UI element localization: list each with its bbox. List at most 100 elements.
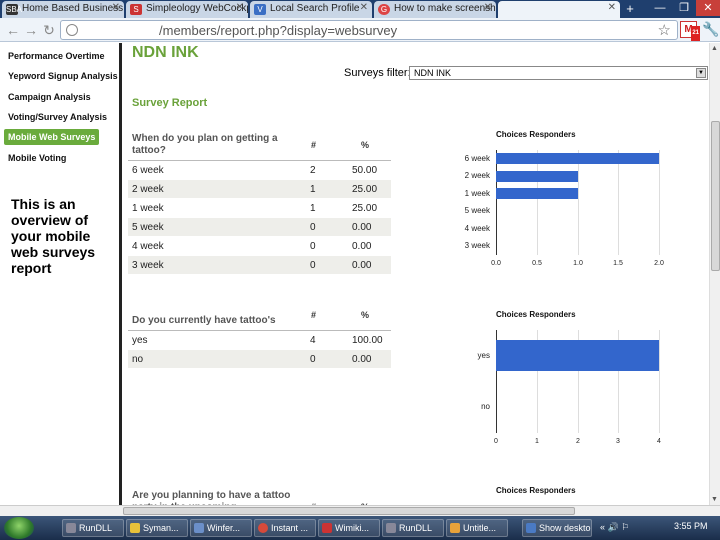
close-tab-icon[interactable]: ✕ [360, 2, 368, 13]
tray-icons[interactable]: « 🔊 ⚐ [600, 522, 629, 533]
percent-cell: 25.00 [352, 184, 378, 195]
bookmark-star-icon[interactable]: ☆ [658, 21, 671, 39]
chrome-icon [258, 523, 268, 533]
count-cell: 0 [310, 222, 316, 233]
table-row: 4 week 0 0.00 [128, 237, 391, 256]
sidebar-item-mobile-web-surveys[interactable]: Mobile Web Surveys [4, 129, 100, 145]
table-row: yes 4 100.00 [128, 331, 391, 350]
scroll-up-arrow-icon[interactable]: ▲ [711, 45, 718, 52]
scroll-down-arrow-icon[interactable]: ▼ [711, 496, 718, 503]
percent-cell: 100.00 [352, 335, 383, 346]
reload-icon[interactable]: ↻ [40, 21, 58, 39]
chart-tick-label: 0 [494, 438, 498, 445]
tab-active-report[interactable]: ✕ [498, 1, 620, 18]
percent-cell: 0.00 [352, 260, 372, 271]
dropdown-arrow-icon[interactable]: ▼ [696, 68, 706, 78]
scrollbar-thumb[interactable] [123, 507, 575, 515]
table-row: 2 week 1 25.00 [128, 180, 391, 199]
address-bar[interactable]: /members/report.php?display=websurvey ☆ [60, 20, 678, 40]
new-tab-button[interactable]: + [622, 2, 638, 16]
wimiki-icon [322, 523, 332, 533]
sidebar-item-campaign-analysis[interactable]: Campaign Analysis [4, 89, 91, 105]
chart-tick-label: 3 [616, 438, 620, 445]
chart-tick-label: 1.5 [613, 260, 623, 267]
wrench-menu-icon[interactable]: 🔧 [702, 21, 719, 38]
count-column-header: # [311, 310, 317, 320]
taskbar-item[interactable]: Untitle... [446, 519, 508, 537]
chart-tick-label: 2.0 [654, 260, 664, 267]
gmail-checker-icon[interactable]: M 21 [680, 21, 700, 41]
taskbar-item-label: Show desktop [539, 523, 592, 533]
horizontal-scrollbar[interactable] [0, 505, 720, 516]
table-row: 6 week 2 50.00 [128, 161, 391, 180]
taskbar-item[interactable]: Instant ... [254, 519, 316, 537]
start-button[interactable] [4, 517, 34, 539]
question-header: When do you plan on getting a tattoo? # … [128, 133, 391, 161]
sidebar-item-mobile-voting[interactable]: Mobile Voting [4, 150, 66, 166]
chart-axis [496, 150, 497, 255]
minimize-icon[interactable]: — [648, 0, 672, 16]
vertical-scrollbar[interactable]: ▲ ▼ [709, 43, 720, 505]
question-table: Do you currently have tattoo's # % yes 4 1… [128, 305, 391, 369]
tab-label: Simpleology WebCockp [146, 3, 248, 14]
show-desktop-icon [526, 523, 536, 533]
count-cell: 0 [310, 241, 316, 252]
close-window-icon[interactable]: ✕ [696, 0, 720, 16]
table-row: 1 week 1 25.00 [128, 199, 391, 218]
surveys-filter-select[interactable]: NDN INK ▼ [409, 66, 708, 80]
page-info-icon[interactable] [66, 24, 78, 36]
sidebar-item-yepword-signup-analysis[interactable]: Yepword Signup Analysis [4, 68, 118, 84]
google-favicon-icon: G [378, 4, 390, 15]
winfer-icon [194, 523, 204, 533]
chart-tick-label: 4 [657, 438, 661, 445]
count-cell: 0 [310, 354, 316, 365]
taskbar-clock: 3:55 PM [674, 521, 708, 531]
close-tab-icon[interactable]: ✕ [484, 2, 492, 13]
taskbar-item[interactable]: Show desktop [522, 519, 592, 537]
table-body: 6 week 2 50.00 2 week 1 25.00 1 week 1 25.00 5… [128, 161, 391, 275]
rundll-icon [66, 523, 76, 533]
count-cell: 1 [310, 184, 316, 195]
chart-category-label: no [481, 402, 490, 411]
sidebar-item-performance-overtime[interactable]: Performance Overtime [4, 48, 105, 64]
back-arrow-icon[interactable]: ← [4, 21, 22, 39]
chart-tick-label: 0.5 [532, 260, 542, 267]
tab-how-to-make-screenshot[interactable]: G How to make screensho ✕ [374, 1, 496, 18]
sidebar-item-voting-survey-analysis[interactable]: Voting/Survey Analysis [4, 109, 107, 125]
maximize-icon[interactable]: ❐ [672, 0, 696, 16]
question-text: Do you currently have tattoo's [132, 315, 276, 326]
chart-category-label: 3 week [464, 241, 490, 250]
question-text: Are you planning to have a tattoo party … [132, 490, 291, 505]
tab-home-based-business[interactable]: SBA Home Based Business | ✕ [2, 1, 124, 18]
taskbar-item-label: RunDLL [79, 523, 113, 533]
taskbar-item[interactable]: Winfer... [190, 519, 252, 537]
taskbar-item[interactable]: Wimiki... [318, 519, 380, 537]
choice-cell: 4 week [132, 241, 164, 252]
survey-report-heading: Survey Report [132, 97, 208, 109]
chart-category-label: 5 week [464, 206, 490, 215]
forward-arrow-icon[interactable]: → [22, 21, 40, 39]
url-text[interactable]: /members/report.php?display=websurvey [159, 23, 397, 38]
close-tab-icon[interactable]: ✕ [608, 2, 616, 13]
surveys-filter-value: NDN INK [414, 68, 452, 78]
scrollbar-thumb[interactable] [711, 121, 720, 271]
chart-bar [496, 188, 578, 199]
chart-gridline [537, 150, 538, 255]
percent-cell: 0.00 [352, 222, 372, 233]
taskbar-item[interactable]: Syman... [126, 519, 188, 537]
chart-gridline [578, 150, 579, 255]
tab-local-search-profile[interactable]: V Local Search Profile ✕ [250, 1, 372, 18]
chart-gridline [659, 330, 660, 433]
close-tab-icon[interactable]: ✕ [112, 2, 120, 13]
count-cell: 4 [310, 335, 316, 346]
question-table: When do you plan on getting a tattoo? # … [128, 133, 391, 275]
choice-cell: yes [132, 335, 148, 346]
browser-toolbar: ← → ↻ /members/report.php?display=websur… [0, 18, 720, 42]
taskbar-item-label: Untitle... [463, 523, 497, 533]
taskbar-item[interactable]: RunDLL [62, 519, 124, 537]
choice-cell: 1 week [132, 203, 164, 214]
tab-label: How to make screensho [394, 3, 496, 14]
taskbar-item[interactable]: RunDLL [382, 519, 444, 537]
close-tab-icon[interactable]: ✕ [236, 2, 244, 13]
tab-simpleology[interactable]: S Simpleology WebCockp ✕ [126, 1, 248, 18]
